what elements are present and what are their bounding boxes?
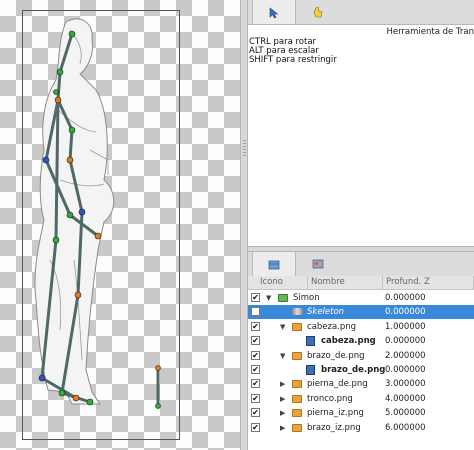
- layers-panel: Icono Nombre Profund. Z ✔ ▼ Simon 0.000000 S…: [248, 276, 474, 450]
- layer-depth: 6.000000: [385, 422, 426, 433]
- layer-row[interactable]: Skeleton 0.000000: [248, 305, 474, 320]
- tab-layers[interactable]: [252, 252, 296, 277]
- visibility-checkbox[interactable]: ✔: [251, 293, 260, 302]
- image-icon: [306, 336, 315, 347]
- layer-name: pierna_iz.png: [307, 408, 364, 419]
- layer-name: brazo_de.png: [307, 350, 365, 361]
- layer-depth: 0.000000: [385, 336, 426, 347]
- visibility-checkbox[interactable]: ✔: [251, 379, 260, 389]
- folder-icon: [292, 351, 302, 360]
- layer-depth: 0.000000: [385, 365, 426, 375]
- layer-depth: 3.000000: [385, 379, 426, 390]
- tool-options-panel: Herramienta de Tran CTRL para rotar ALT …: [248, 24, 474, 247]
- hint-constrain: SHIFT para restringir: [249, 55, 337, 65]
- visibility-checkbox[interactable]: ✔: [251, 408, 260, 418]
- folder-icon: [292, 423, 302, 432]
- skeleton-bones[interactable]: [0, 0, 240, 450]
- expander-closed-icon[interactable]: ▶: [280, 377, 285, 391]
- tool-title: Herramienta de Tran: [386, 27, 474, 37]
- layers-tabs: [248, 252, 474, 277]
- layer-name: cabeza.png: [307, 321, 357, 332]
- layer-row[interactable]: ✔ ▼ cabeza.png 1.000000: [248, 320, 474, 334]
- right-dock: Herramienta de Tran CTRL para rotar ALT …: [248, 0, 474, 450]
- visibility-checkbox[interactable]: ✔: [251, 422, 260, 432]
- bone-icon: [292, 308, 303, 316]
- column-header-name[interactable]: Nombre: [308, 276, 383, 290]
- expander-open-icon[interactable]: ▼: [280, 349, 285, 363]
- folder-icon: [292, 409, 302, 418]
- visibility-checkbox[interactable]: [251, 307, 260, 317]
- layer-row[interactable]: ✔ cabeza.png 0.000000: [248, 334, 474, 348]
- column-header-depth[interactable]: Profund. Z: [383, 276, 474, 290]
- layer-depth: 1.000000: [385, 321, 426, 332]
- layer-row[interactable]: ✔ ▼ Simon 0.000000: [248, 291, 474, 305]
- tab-transform-tool[interactable]: [252, 0, 296, 25]
- layer-name: Simon: [293, 293, 320, 303]
- layer-name: tronco.png: [307, 393, 353, 404]
- cursor-arrow-icon: [269, 6, 279, 18]
- layer-name: Skeleton: [307, 307, 345, 318]
- layer-depth: 5.000000: [385, 408, 426, 419]
- column-icon-label: Icono: [260, 277, 283, 287]
- sprite-sheet-icon: [312, 259, 324, 269]
- layer-name: brazo_de.png: [321, 365, 386, 375]
- tab-sprites[interactable]: [296, 252, 340, 276]
- layer-row[interactable]: ✔ ▶ pierna_de.png 3.000000: [248, 377, 474, 391]
- layer-depth: 2.000000: [385, 350, 426, 361]
- expander-open-icon[interactable]: ▼: [266, 291, 271, 305]
- vertical-splitter[interactable]: [240, 0, 248, 450]
- canvas-workarea[interactable]: [0, 0, 240, 450]
- layer-row[interactable]: ✔ ▼ brazo_de.png 2.000000: [248, 349, 474, 363]
- folder-icon: [292, 322, 302, 331]
- layer-row[interactable]: ✔ ▶ pierna_iz.png 5.000000: [248, 406, 474, 420]
- folder-icon: [292, 380, 302, 389]
- layer-row[interactable]: ✔ ▶ tronco.png 4.000000: [248, 392, 474, 406]
- layer-row[interactable]: ✔ ▶ brazo_iz.png 6.000000: [248, 421, 474, 435]
- hand-pointer-icon: [313, 6, 323, 18]
- layers-stack-icon: [268, 260, 280, 269]
- expander-closed-icon[interactable]: ▶: [280, 421, 285, 435]
- tab-other-tool[interactable]: [296, 0, 340, 24]
- layer-depth: 0.000000: [385, 307, 426, 318]
- visibility-checkbox[interactable]: ✔: [251, 321, 260, 331]
- expander-closed-icon[interactable]: ▶: [280, 392, 285, 406]
- layer-name: brazo_iz.png: [307, 422, 361, 433]
- visibility-checkbox[interactable]: ✔: [251, 365, 260, 374]
- visibility-checkbox[interactable]: ✔: [251, 393, 260, 403]
- visibility-checkbox[interactable]: ✔: [251, 336, 260, 346]
- expander-closed-icon[interactable]: ▶: [280, 406, 285, 420]
- splitter-grip-icon: [243, 140, 246, 158]
- tool-tabs: [248, 0, 474, 25]
- layer-depth: 0.000000: [385, 293, 426, 303]
- image-icon: [306, 365, 315, 375]
- expander-open-icon[interactable]: ▼: [280, 320, 285, 334]
- layer-name: pierna_de.png: [307, 379, 368, 390]
- layer-row[interactable]: ✔ brazo_de.png 0.000000: [248, 363, 474, 377]
- column-header-icon[interactable]: Icono: [248, 276, 308, 290]
- layer-depth: 4.000000: [385, 393, 426, 404]
- folder-green-icon: [278, 294, 288, 302]
- folder-icon: [292, 394, 302, 403]
- layer-name: cabeza.png: [321, 336, 376, 347]
- visibility-checkbox[interactable]: ✔: [251, 350, 260, 360]
